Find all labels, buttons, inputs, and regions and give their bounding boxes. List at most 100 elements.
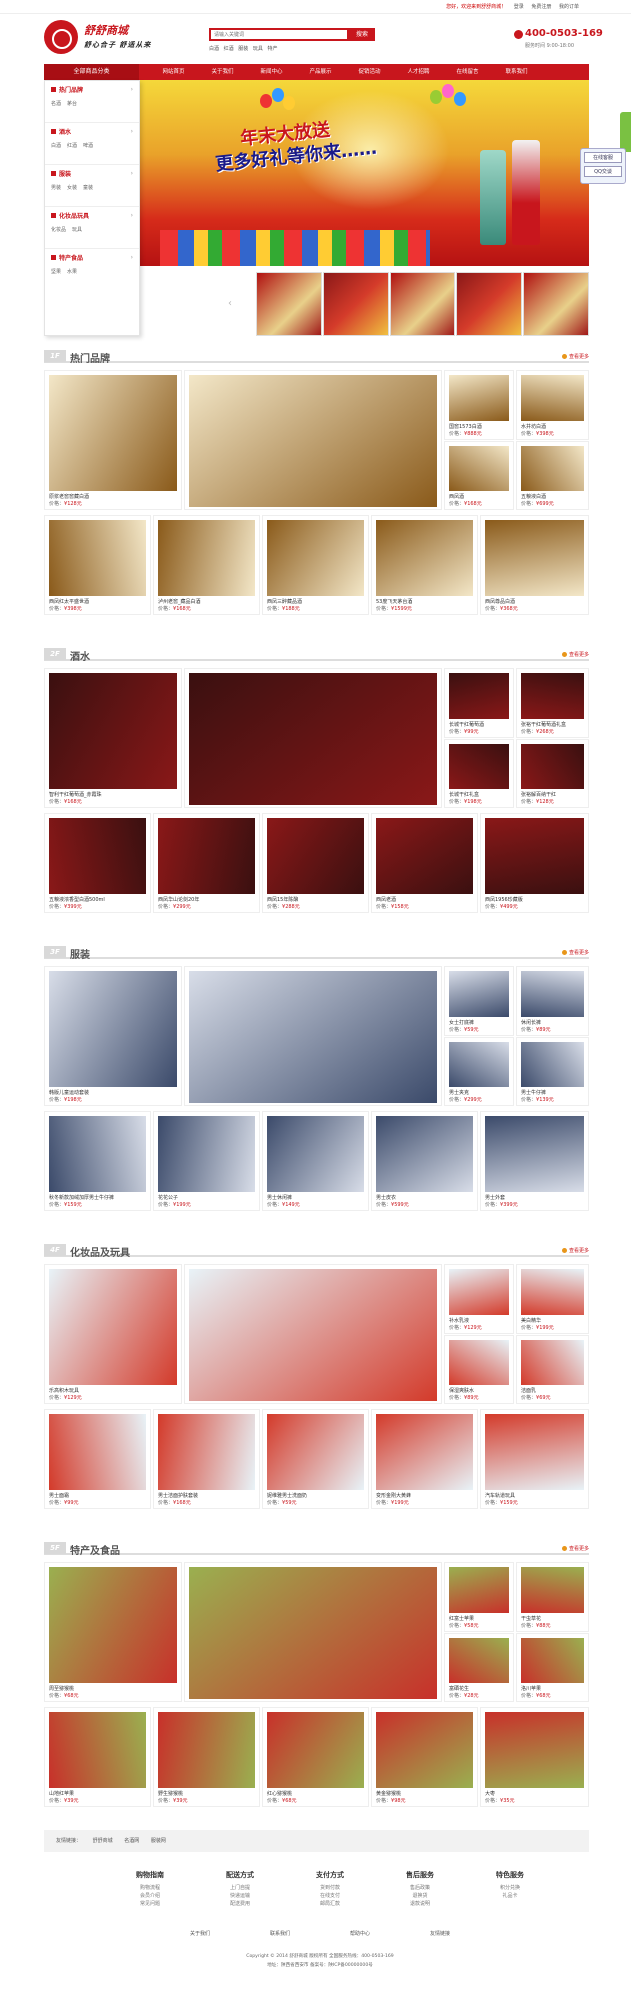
product-card[interactable]: 山地红苹果 价格：¥39元 [44, 1707, 151, 1807]
product-image[interactable] [449, 1567, 509, 1613]
search-input[interactable] [211, 30, 347, 39]
product-name[interactable]: 干虫草花 [521, 1615, 585, 1622]
product-image[interactable] [49, 818, 146, 894]
feature-product-card[interactable] [184, 966, 442, 1106]
product-image[interactable] [49, 971, 177, 1087]
nav-item-promotions[interactable]: 促销活动 [345, 64, 394, 80]
product-image[interactable] [521, 744, 584, 789]
product-image[interactable] [449, 971, 509, 1017]
my-orders-link[interactable]: 我的订单 [559, 4, 579, 10]
product-image[interactable] [376, 1116, 473, 1192]
product-image[interactable] [49, 1414, 146, 1490]
product-image[interactable] [189, 1269, 437, 1401]
nav-item-messages[interactable]: 在线留言 [443, 64, 492, 80]
hotword[interactable]: 服装 [238, 46, 248, 52]
product-image[interactable] [449, 1042, 509, 1087]
product-card[interactable]: 西凤红太平盛世酒 价格：¥398元 [44, 515, 151, 615]
online-service-tab[interactable] [620, 112, 631, 152]
product-name[interactable]: 富硒花生 [449, 1685, 510, 1692]
product-image[interactable] [521, 1567, 584, 1613]
banner-thumbnail[interactable] [322, 272, 389, 336]
feature-product-card[interactable] [184, 1264, 442, 1404]
product-name[interactable]: 大枣 [485, 1790, 585, 1797]
product-image[interactable] [521, 1340, 584, 1385]
nav-item-home[interactable]: 网站首页 [149, 64, 198, 80]
product-name[interactable]: 男士休闲裤 [267, 1194, 365, 1201]
banner-thumbnail[interactable] [256, 272, 322, 336]
product-name[interactable]: 西凤1956珍藏版 [485, 896, 585, 903]
product-name[interactable]: 张裕解百纳干红 [521, 791, 585, 798]
product-image[interactable] [521, 1269, 584, 1315]
product-image[interactable] [158, 1712, 255, 1788]
product-name[interactable]: 乐高积木玩具 [49, 1387, 178, 1394]
product-image[interactable] [521, 673, 584, 719]
product-card[interactable]: 西凤华山论剑20年 价格：¥299元 [153, 813, 260, 913]
product-name[interactable]: 野生猕猴桃 [158, 1790, 256, 1797]
product-card[interactable]: 休闲长裤 价格：¥89元 [516, 966, 589, 1036]
product-image[interactable] [49, 673, 177, 789]
product-card[interactable]: 花花公子 价格：¥199元 [153, 1111, 260, 1211]
product-name[interactable]: 五粮液浓香型白酒500ml [49, 896, 147, 903]
product-image[interactable] [267, 1712, 364, 1788]
product-name[interactable]: 男士皮衣 [376, 1194, 474, 1201]
product-image[interactable] [158, 818, 255, 894]
product-name[interactable]: 红心猕猴桃 [267, 1790, 365, 1797]
banner-thumbnail[interactable] [523, 272, 589, 336]
product-name[interactable]: 西凤红太平盛世酒 [49, 598, 147, 605]
product-image[interactable] [376, 1414, 473, 1490]
product-name[interactable]: 红富士苹果 [449, 1615, 510, 1622]
product-image[interactable] [521, 1638, 584, 1683]
sidebar-category[interactable]: 化妆品玩具 › 化妆品 玩具 [45, 207, 139, 249]
product-image[interactable] [485, 1414, 584, 1490]
sidebar-category[interactable]: 热门品牌 › 名酒 茅台 [45, 81, 139, 123]
register-link[interactable]: 免费注册 [531, 4, 551, 10]
sidebar-category[interactable]: 特产食品 › 坚果 水果 [45, 249, 139, 291]
product-name[interactable]: 西凤老酒 [376, 896, 474, 903]
product-image[interactable] [267, 1414, 364, 1490]
product-name[interactable]: 山地红苹果 [49, 1790, 147, 1797]
product-card[interactable]: 干虫草花 价格：¥88元 [516, 1562, 589, 1632]
product-name[interactable]: 周至猕猴桃 [49, 1685, 178, 1692]
product-image[interactable] [485, 1116, 584, 1192]
product-name[interactable]: 美白精华 [521, 1317, 585, 1324]
product-name[interactable]: 花花公子 [158, 1194, 256, 1201]
bottom-link[interactable]: 关于我们 [190, 1930, 210, 1937]
product-card[interactable]: 五粮液白酒 价格：¥699元 [516, 441, 589, 510]
product-image[interactable] [449, 744, 509, 789]
product-name[interactable]: 53度飞天茅台酒 [376, 598, 474, 605]
nav-item-contact[interactable]: 联系我们 [492, 64, 541, 80]
more-link[interactable]: 查看更多 [562, 651, 589, 658]
hotword[interactable]: 玩具 [253, 46, 263, 52]
product-name[interactable]: 五粮液白酒 [521, 493, 585, 500]
product-card[interactable]: 红心猕猴桃 价格：¥68元 [262, 1707, 369, 1807]
nav-item-about[interactable]: 关于我们 [198, 64, 247, 80]
product-card[interactable]: 乐高积木玩具 价格：¥129元 [44, 1264, 182, 1404]
product-image[interactable] [521, 1042, 584, 1087]
product-image[interactable] [449, 375, 509, 421]
product-card[interactable]: 男士面霜 价格：¥99元 [44, 1409, 151, 1509]
login-link[interactable]: 登录 [514, 4, 524, 10]
product-card[interactable]: 变形金刚大黄蜂 价格：¥199元 [371, 1409, 478, 1509]
product-name[interactable]: 长城干红礼盒 [449, 791, 510, 798]
product-name[interactable]: 原浆老窖窖藏白酒 [49, 493, 178, 500]
product-card[interactable]: 张裕解百纳干红 价格：¥128元 [516, 739, 589, 808]
product-image[interactable] [267, 520, 364, 596]
product-name[interactable]: 洛川苹果 [521, 1685, 585, 1692]
sidebar-category[interactable]: 酒水 › 白酒 红酒 啤酒 [45, 123, 139, 165]
online-service-button[interactable]: 在线客服 [584, 152, 622, 163]
product-name[interactable]: 黄金猕猴桃 [376, 1790, 474, 1797]
product-image[interactable] [189, 1567, 437, 1699]
product-image[interactable] [521, 446, 584, 491]
bottom-link[interactable]: 帮助中心 [350, 1930, 370, 1937]
product-card[interactable]: 张裕干红葡萄酒礼盒 价格：¥268元 [516, 668, 589, 738]
product-card[interactable]: 保湿爽肤水 价格：¥89元 [444, 1335, 514, 1404]
product-card[interactable]: 水井坊白酒 价格：¥398元 [516, 370, 589, 440]
product-card[interactable]: 男士皮衣 价格：¥599元 [371, 1111, 478, 1211]
hotword[interactable]: 红酒 [224, 46, 234, 52]
product-name[interactable]: 休闲长裤 [521, 1019, 585, 1026]
product-name[interactable]: 补水乳液 [449, 1317, 510, 1324]
product-name[interactable]: 水井坊白酒 [521, 423, 585, 430]
product-card[interactable]: 妮维雅男士洗面奶 价格：¥59元 [262, 1409, 369, 1509]
feature-product-card[interactable] [184, 1562, 442, 1702]
product-card[interactable]: 西凤酒 价格：¥168元 [444, 441, 514, 510]
